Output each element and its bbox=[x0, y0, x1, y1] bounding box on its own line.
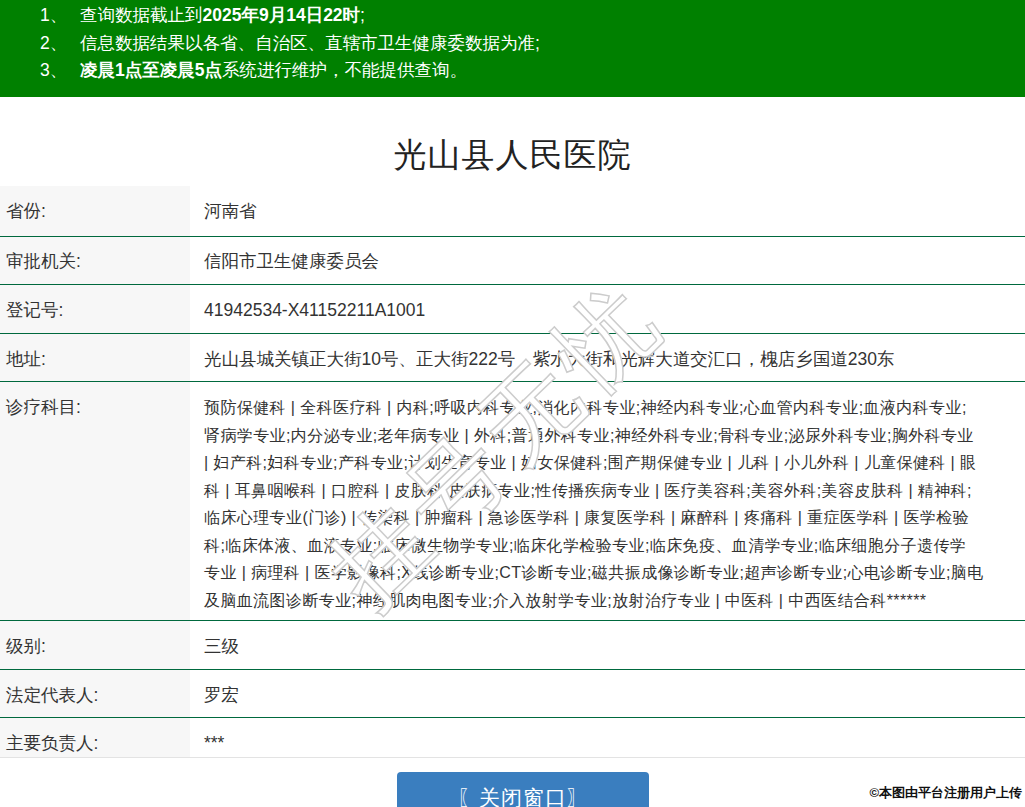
notice-line-2: 2、信息数据结果以各省、自治区、直辖市卫生健康委数据为准; bbox=[0, 30, 1025, 58]
row-label-address: 地址: bbox=[0, 334, 190, 381]
notice-line-3: 3、凌晨1点至凌晨5点系统进行维护，不能提供查询。 bbox=[0, 57, 1025, 85]
notice-banner: 1、查询数据截止到2025年9月14日22时; 2、信息数据结果以各省、自治区、… bbox=[0, 0, 1025, 97]
table-row-approval-authority: 审批机关: 信阳市卫生健康委员会 bbox=[0, 237, 1025, 285]
row-label-province: 省份: bbox=[0, 186, 190, 236]
notice-line-2-number: 2、 bbox=[40, 30, 67, 58]
table-row-legal-representative: 法定代表人: 罗宏 bbox=[0, 670, 1025, 718]
table-row-person-in-charge: 主要负责人: *** bbox=[0, 718, 1025, 758]
row-value-province: 河南省 bbox=[190, 186, 1025, 236]
row-label-person-in-charge: 主要负责人: bbox=[0, 718, 190, 757]
row-label-registration-number: 登记号: bbox=[0, 285, 190, 333]
table-row-registration-number: 登记号: 41942534-X41152211A1001 bbox=[0, 285, 1025, 334]
row-value-approval-authority: 信阳市卫生健康委员会 bbox=[190, 237, 1025, 284]
notice-line-1: 1、查询数据截止到2025年9月14日22时; bbox=[0, 2, 1025, 30]
notice-line-3-number: 3、 bbox=[40, 57, 67, 85]
row-label-departments: 诊疗科目: bbox=[0, 382, 190, 620]
close-window-button[interactable]: 〖关闭窗口〗 bbox=[397, 772, 649, 807]
table-row-level: 级别: 三级 bbox=[0, 621, 1025, 670]
row-value-level: 三级 bbox=[190, 621, 1025, 669]
hospital-info-table: 省份: 河南省 审批机关: 信阳市卫生健康委员会 登记号: 41942534-X… bbox=[0, 186, 1025, 758]
notice-line-1-number: 1、 bbox=[40, 2, 67, 30]
row-value-person-in-charge: *** bbox=[190, 718, 1025, 757]
table-row-address: 地址: 光山县城关镇正大街10号、正大街222号，紫水大街和光辉大道交汇口，槐店… bbox=[0, 334, 1025, 382]
row-value-departments: 预防保健科 | 全科医疗科 | 内科;呼吸内科专业;消化内科专业;神经内科专业;… bbox=[190, 382, 1025, 620]
row-label-legal-representative: 法定代表人: bbox=[0, 670, 190, 717]
copyright-note: ©本图由平台注册用户上传 bbox=[869, 784, 1022, 802]
row-label-approval-authority: 审批机关: bbox=[0, 237, 190, 284]
table-row-province: 省份: 河南省 bbox=[0, 186, 1025, 237]
row-value-address: 光山县城关镇正大街10号、正大街222号，紫水大街和光辉大道交汇口，槐店乡国道2… bbox=[190, 334, 1025, 381]
table-row-departments: 诊疗科目: 预防保健科 | 全科医疗科 | 内科;呼吸内科专业;消化内科专业;神… bbox=[0, 382, 1025, 621]
row-value-legal-representative: 罗宏 bbox=[190, 670, 1025, 717]
hospital-name-title: 光山县人民医院 bbox=[0, 137, 1025, 173]
row-label-level: 级别: bbox=[0, 621, 190, 669]
row-value-registration-number: 41942534-X41152211A1001 bbox=[190, 285, 1025, 333]
